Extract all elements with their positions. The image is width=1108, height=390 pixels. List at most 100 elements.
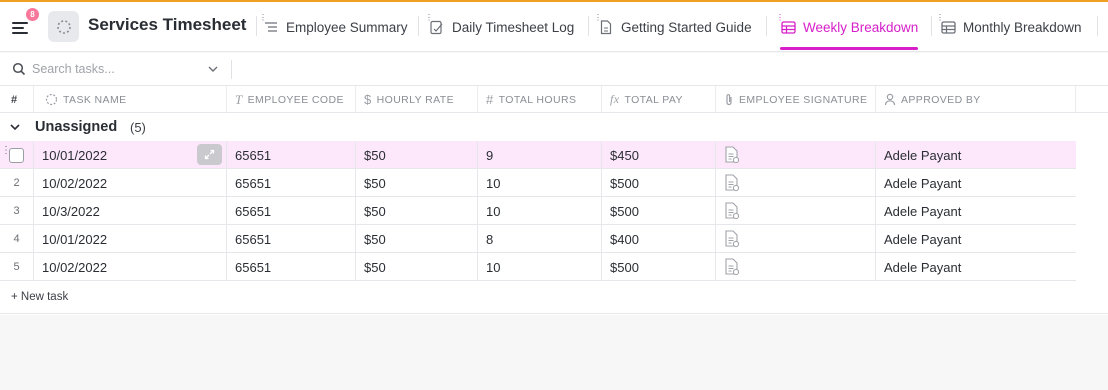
pin-icon: ⋮ (776, 13, 784, 22)
empty-area (0, 315, 1108, 390)
tab-getting-started-guide[interactable]: ⋮ Getting Started Guide (594, 2, 752, 52)
search-input[interactable] (32, 59, 202, 79)
tab-divider (588, 16, 589, 36)
approved-by-cell[interactable]: Adele Payant (876, 141, 1076, 169)
notification-badge: 8 (26, 8, 39, 21)
chevron-down-icon[interactable] (207, 63, 219, 75)
doc-icon: ⋮ (594, 14, 614, 35)
approved-by-cell[interactable]: Adele Payant (876, 225, 1076, 253)
table-row[interactable]: ⋮ 10/01/2022 65651 $50 9 $450 Adele Paya… (0, 141, 1076, 169)
column-header-employee-code[interactable]: T EMPLOYEE CODE (227, 86, 356, 113)
task-name-cell[interactable]: 10/01/2022 (34, 141, 227, 169)
tab-monthly-breakdown[interactable]: ⋮ Monthly Breakdown (936, 2, 1082, 52)
total-pay-cell: $500 (602, 169, 716, 197)
pin-icon: ⋮ (594, 13, 602, 22)
header: 8 Services Timesheet ⋮ Employee Summary … (0, 2, 1108, 52)
total-hours-cell[interactable]: 10 (478, 253, 602, 281)
number-icon: # (486, 92, 494, 107)
expand-task-button[interactable] (197, 144, 222, 165)
file-icon[interactable] (724, 146, 740, 164)
column-header-employee-signature[interactable]: EMPLOYEE SIGNATURE (716, 86, 876, 113)
row-checkbox[interactable] (9, 147, 24, 163)
approved-by-cell[interactable]: Adele Payant (876, 169, 1076, 197)
column-header-task-name[interactable]: TASK NAME (34, 86, 227, 113)
employee-code-cell[interactable]: 65651 (227, 141, 356, 169)
employee-signature-cell[interactable] (716, 141, 876, 169)
employee-signature-cell[interactable] (716, 225, 876, 253)
total-hours-cell[interactable]: 8 (478, 225, 602, 253)
employee-signature-cell[interactable] (716, 197, 876, 225)
table-row[interactable]: 3 10/3/2022 65651 $50 10 $500 Adele Paya… (0, 197, 1076, 225)
approved-by-cell[interactable]: Adele Payant (876, 197, 1076, 225)
dollar-icon: $ (364, 92, 372, 107)
space-icon[interactable] (48, 11, 79, 42)
tab-divider (1097, 16, 1098, 36)
column-label: TOTAL HOURS (498, 93, 577, 106)
file-icon[interactable] (724, 202, 740, 220)
file-icon[interactable] (724, 174, 740, 192)
employee-code-cell[interactable]: 65651 (227, 253, 356, 281)
tab-label: Monthly Breakdown (963, 19, 1082, 35)
group-header: Unassigned (5) (0, 113, 1108, 141)
hourly-rate-cell[interactable]: $50 (356, 197, 478, 225)
hourly-rate-cell[interactable]: $50 (356, 225, 478, 253)
tab-divider (256, 16, 257, 36)
row-select-cell[interactable]: ⋮ (0, 141, 34, 169)
table-row[interactable]: 4 10/01/2022 65651 $50 8 $400 Adele Paya… (0, 225, 1076, 253)
column-header-total-pay[interactable]: fx TOTAL PAY (602, 86, 716, 113)
row-number: 5 (0, 253, 34, 281)
group-count: (5) (130, 120, 146, 135)
attachment-icon (726, 94, 732, 106)
toolbar (0, 53, 1108, 86)
hourly-rate-cell[interactable]: $50 (356, 141, 478, 169)
employee-code-cell[interactable]: 65651 (227, 169, 356, 197)
employee-signature-cell[interactable] (716, 169, 876, 197)
tab-divider (418, 16, 419, 36)
employee-code-cell[interactable]: 65651 (227, 225, 356, 253)
task-name-cell[interactable]: 10/02/2022 (34, 169, 227, 197)
column-label: HOURLY RATE (376, 93, 454, 106)
file-icon[interactable] (724, 258, 740, 276)
file-icon[interactable] (724, 230, 740, 248)
hourly-rate-cell[interactable]: $50 (356, 169, 478, 197)
column-header-approved-by[interactable]: APPROVED BY (876, 86, 1076, 113)
table-header-row: # TASK NAME T EMPLOYEE CODE $ HOURLY RAT… (0, 86, 1108, 113)
total-pay-cell: $400 (602, 225, 716, 253)
task-name-cell[interactable]: 10/01/2022 (34, 225, 227, 253)
menu-line (12, 27, 24, 29)
total-hours-cell[interactable]: 10 (478, 197, 602, 225)
table-row[interactable]: 5 10/02/2022 65651 $50 10 $500 Adele Pay… (0, 253, 1076, 281)
pin-icon: ⋮ (936, 13, 944, 22)
employee-code-cell[interactable]: 65651 (227, 197, 356, 225)
task-name-cell[interactable]: 10/3/2022 (34, 197, 227, 225)
task-name-cell[interactable]: 10/02/2022 (34, 253, 227, 281)
total-hours-cell[interactable]: 10 (478, 169, 602, 197)
column-label: APPROVED BY (901, 93, 981, 106)
column-label: # (11, 93, 18, 106)
column-label: TOTAL PAY (624, 93, 683, 106)
table-icon: ⋮ (776, 14, 796, 35)
hourly-rate-cell[interactable]: $50 (356, 253, 478, 281)
task-table: # TASK NAME T EMPLOYEE CODE $ HOURLY RAT… (0, 86, 1108, 390)
employee-signature-cell[interactable] (716, 253, 876, 281)
toolbar-divider (231, 60, 232, 79)
column-header-total-hours[interactable]: # TOTAL HOURS (478, 86, 602, 113)
new-task-button[interactable]: + New task (11, 291, 68, 303)
row-number: 2 (0, 169, 34, 197)
formula-icon: fx (610, 92, 620, 106)
drag-handle-icon[interactable]: ⋮ (1, 146, 11, 161)
total-hours-cell[interactable]: 9 (478, 141, 602, 169)
tab-employee-summary[interactable]: ⋮ Employee Summary (259, 2, 408, 52)
form-icon: ⋮ (425, 14, 445, 35)
tab-label: Getting Started Guide (621, 19, 752, 35)
total-pay-cell: $500 (602, 253, 716, 281)
table-row[interactable]: 2 10/02/2022 65651 $50 10 $500 Adele Pay… (0, 169, 1076, 197)
tab-weekly-breakdown[interactable]: ⋮ Weekly Breakdown (776, 2, 922, 52)
tab-label: Daily Timesheet Log (452, 19, 575, 35)
tab-daily-timesheet-log[interactable]: ⋮ Daily Timesheet Log (425, 2, 575, 52)
approved-by-cell[interactable]: Adele Payant (876, 253, 1076, 281)
chevron-down-icon[interactable] (9, 121, 21, 133)
column-header-hourly-rate[interactable]: $ HOURLY RATE (356, 86, 478, 113)
table-icon: ⋮ (936, 14, 956, 35)
pin-icon: ⋮ (259, 13, 267, 22)
